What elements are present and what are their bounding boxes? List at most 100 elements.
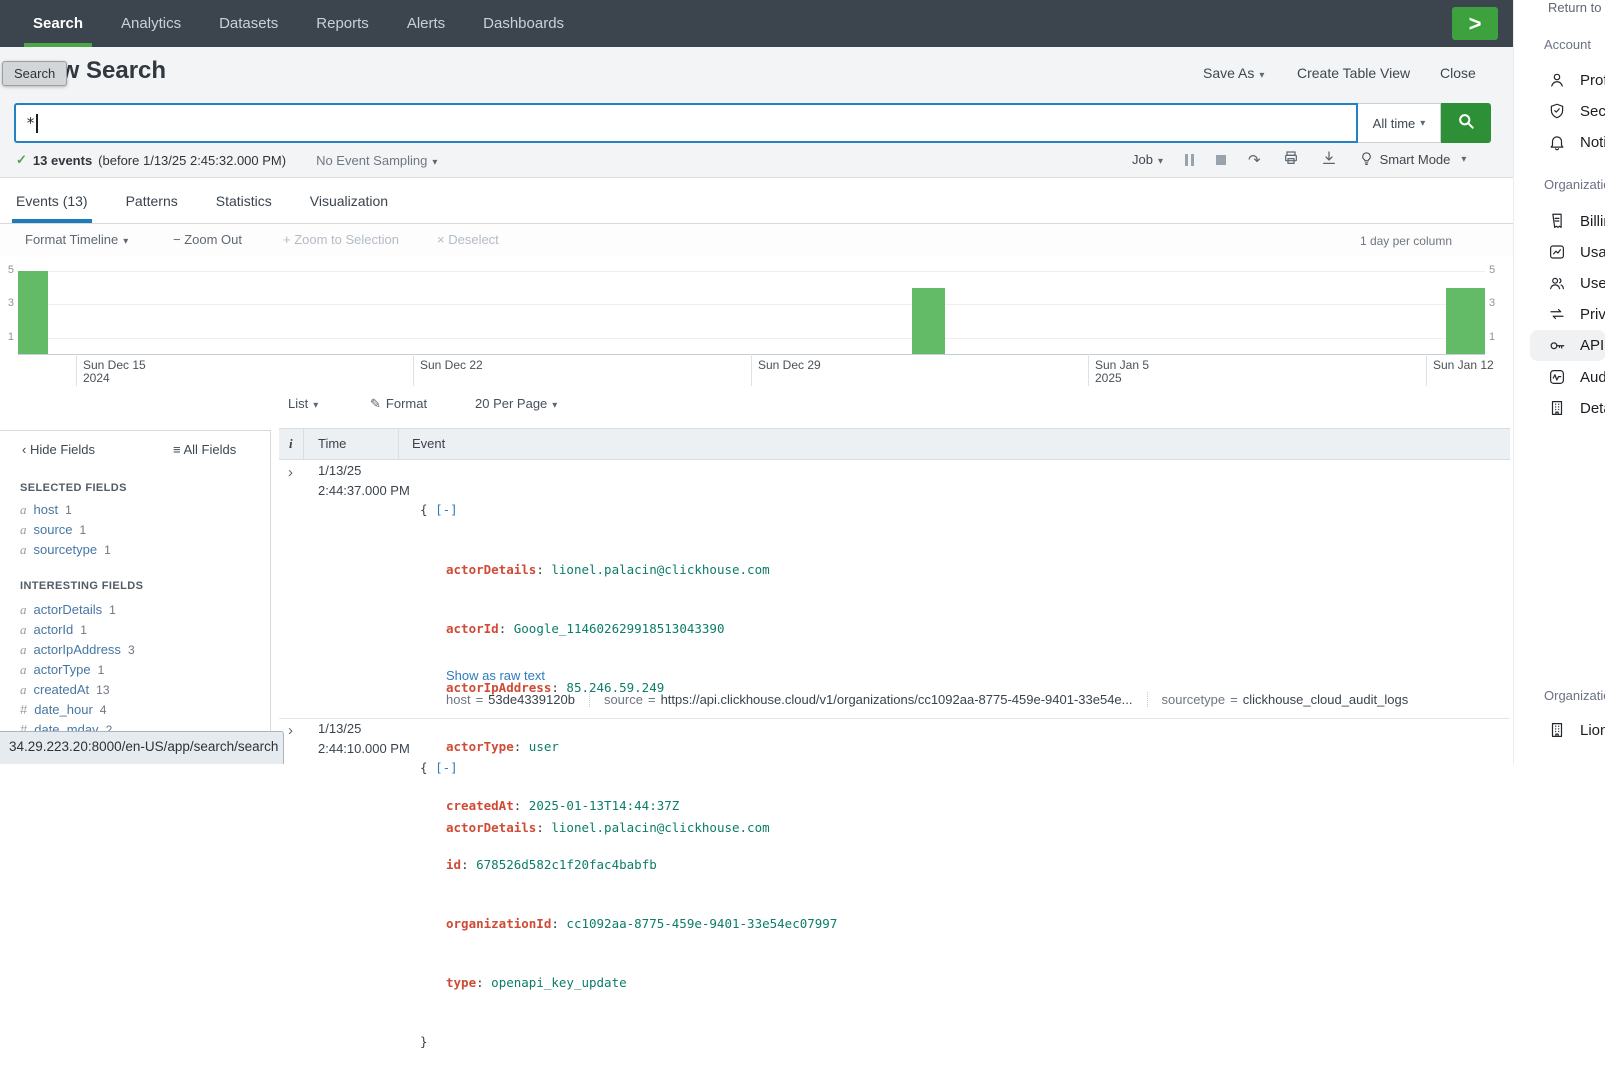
events-count: 13 events — [33, 153, 92, 168]
field-item-date-hour[interactable]: #date_hour4 — [20, 702, 106, 717]
panel-item-private-endpoints[interactable]: Private — [1548, 305, 1605, 323]
expand-event-icon[interactable]: › — [288, 464, 293, 481]
tab-statistics[interactable]: Statistics — [212, 178, 276, 223]
field-item-host[interactable]: ahost1 — [20, 502, 72, 518]
close-button[interactable]: Close — [1440, 65, 1476, 81]
panel-item-notifications[interactable]: Notifications — [1548, 133, 1605, 151]
panel-item-usage[interactable]: Usage — [1548, 243, 1605, 261]
panel-item-security[interactable]: Security — [1548, 102, 1605, 120]
histogram-bar[interactable] — [912, 288, 945, 354]
nav-item-dashboards[interactable]: Dashboards — [464, 0, 583, 47]
json-key[interactable]: organizationId — [446, 916, 551, 931]
divider — [0, 430, 271, 431]
x-tick-sublabel: 2024 — [83, 371, 110, 385]
search-input[interactable]: * — [14, 103, 1358, 143]
panel-item-users[interactable]: Users — [1548, 274, 1605, 292]
json-value[interactable]: lionel.palacin@clickhouse.com — [551, 562, 769, 577]
panel-item-organization-lionel[interactable]: Lionel — [1548, 721, 1605, 739]
meta-value-sourcetype[interactable]: clickhouse_cloud_audit_logs — [1243, 692, 1409, 707]
hide-fields-button[interactable]: ‹ Hide Fields — [22, 442, 95, 457]
time-column-header: Time — [318, 436, 346, 451]
create-table-view-button[interactable]: Create Table View — [1297, 65, 1410, 81]
all-fields-button[interactable]: ≡ All Fields — [173, 442, 236, 457]
zoom-out-button[interactable]: − Zoom Out — [173, 232, 242, 247]
save-as-button[interactable]: Save As▾ — [1203, 65, 1264, 81]
json-value[interactable]: openapi_key_update — [491, 975, 626, 990]
x-tick-label: Sun Jan 5 — [1095, 358, 1149, 372]
field-item-actortype[interactable]: aactorType1 — [20, 662, 104, 678]
splunk-window: Search Analytics Datasets Reports Alerts… — [0, 0, 1513, 764]
panel-item-api-keys[interactable]: API keys — [1548, 336, 1605, 354]
zoom-to-selection-button[interactable]: + Zoom to Selection — [283, 232, 399, 247]
list-view-dropdown[interactable]: List▾ — [288, 396, 318, 411]
histogram-bar[interactable] — [18, 271, 48, 354]
print-icon[interactable] — [1283, 150, 1299, 169]
expand-event-icon[interactable]: › — [288, 722, 293, 739]
panel-item-details[interactable]: Details — [1548, 399, 1605, 417]
collapse-json-link[interactable]: [-] — [435, 502, 458, 517]
field-item-actordetails[interactable]: aactorDetails1 — [20, 602, 116, 618]
tab-visualization[interactable]: Visualization — [306, 178, 392, 223]
chevron-down-icon: ▾ — [1420, 118, 1425, 129]
panel-item-profile[interactable]: Profile — [1548, 71, 1605, 89]
json-key[interactable]: actorDetails — [446, 820, 536, 835]
event-date: 1/13/25 — [318, 721, 361, 736]
text-cursor — [36, 114, 38, 133]
meta-value-host[interactable]: 53de4339120b — [488, 692, 575, 707]
field-item-createdat[interactable]: acreatedAt13 — [20, 682, 110, 698]
y-tick-right: 3 — [1489, 297, 1501, 309]
json-key[interactable]: actorDetails — [446, 562, 536, 577]
return-link[interactable]: Return to — [1548, 0, 1601, 15]
field-item-actoripaddress[interactable]: aactorIpAddress3 — [20, 642, 135, 658]
panel-item-billing[interactable]: Billing — [1548, 212, 1605, 230]
events-timeline-chart: 5 3 1 5 3 1 Sun Dec 15 2024 Sun Dec 22 S… — [0, 257, 1513, 386]
pause-icon[interactable] — [1185, 154, 1194, 166]
organization-section-label: Organization — [1544, 177, 1605, 192]
show-raw-text-link[interactable]: Show as raw text — [446, 668, 545, 683]
time-range-picker[interactable]: All time ▾ — [1358, 103, 1441, 143]
chevron-down-icon: ▾ — [123, 236, 128, 247]
panel-item-audit[interactable]: Audit — [1548, 368, 1605, 386]
chevron-left-icon: ‹ — [22, 442, 26, 457]
person-icon — [1548, 71, 1566, 89]
chevron-down-icon: ▾ — [432, 157, 437, 168]
per-page-dropdown[interactable]: 20 Per Page▾ — [475, 396, 557, 411]
meta-value-source[interactable]: https://api.clickhouse.cloud/v1/organiza… — [661, 692, 1133, 707]
divider — [270, 430, 271, 764]
job-menu[interactable]: Job▾ — [1132, 152, 1163, 167]
nav-item-reports[interactable]: Reports — [297, 0, 388, 47]
smart-mode-dropdown[interactable]: Smart Mode▾ — [1359, 151, 1467, 169]
nav-item-search[interactable]: Search — [14, 0, 102, 47]
tab-patterns[interactable]: Patterns — [122, 178, 182, 223]
nav-item-alerts[interactable]: Alerts — [388, 0, 464, 47]
users-icon — [1548, 274, 1566, 292]
json-value[interactable]: cc1092aa-8775-459e-9401-33e54ec07997 — [566, 916, 837, 931]
deselect-button[interactable]: × Deselect — [437, 232, 499, 247]
event-sampling-dropdown[interactable]: No Event Sampling▾ — [316, 153, 437, 168]
nav-item-analytics[interactable]: Analytics — [102, 0, 200, 47]
field-item-actorid[interactable]: aactorId1 — [20, 622, 87, 638]
json-key[interactable]: type — [446, 975, 476, 990]
stop-icon[interactable] — [1216, 155, 1226, 165]
nav-item-datasets[interactable]: Datasets — [200, 0, 297, 47]
format-timeline-dropdown[interactable]: Format Timeline▾ — [25, 232, 128, 247]
tab-events[interactable]: Events (13) — [12, 178, 92, 223]
field-item-sourcetype[interactable]: asourcetype1 — [20, 542, 111, 558]
histogram-bar[interactable] — [1446, 288, 1485, 354]
json-key[interactable]: actorId — [446, 621, 499, 636]
browser-status-url: 34.29.223.20:8000/en-US/app/search/searc… — [0, 731, 284, 764]
collapse-json-link[interactable]: [-] — [435, 760, 458, 775]
splunk-logo-icon[interactable]: > — [1452, 7, 1498, 40]
json-value[interactable]: Google_114602629918513043390 — [514, 621, 725, 636]
json-value[interactable]: lionel.palacin@clickhouse.com — [551, 820, 769, 835]
info-column-header: i — [289, 436, 293, 452]
format-results-button[interactable]: ✎Format — [370, 396, 427, 412]
event-column-header: Event — [412, 436, 445, 451]
field-item-source[interactable]: asource1 — [20, 522, 86, 538]
chevron-down-icon: ▾ — [1259, 70, 1264, 81]
export-icon[interactable] — [1321, 150, 1337, 169]
share-icon[interactable]: ↷ — [1248, 151, 1261, 169]
swap-arrows-icon — [1548, 305, 1566, 323]
search-submit-button[interactable] — [1441, 103, 1491, 143]
results-tabs: Events (13) Patterns Statistics Visualiz… — [0, 178, 1513, 224]
